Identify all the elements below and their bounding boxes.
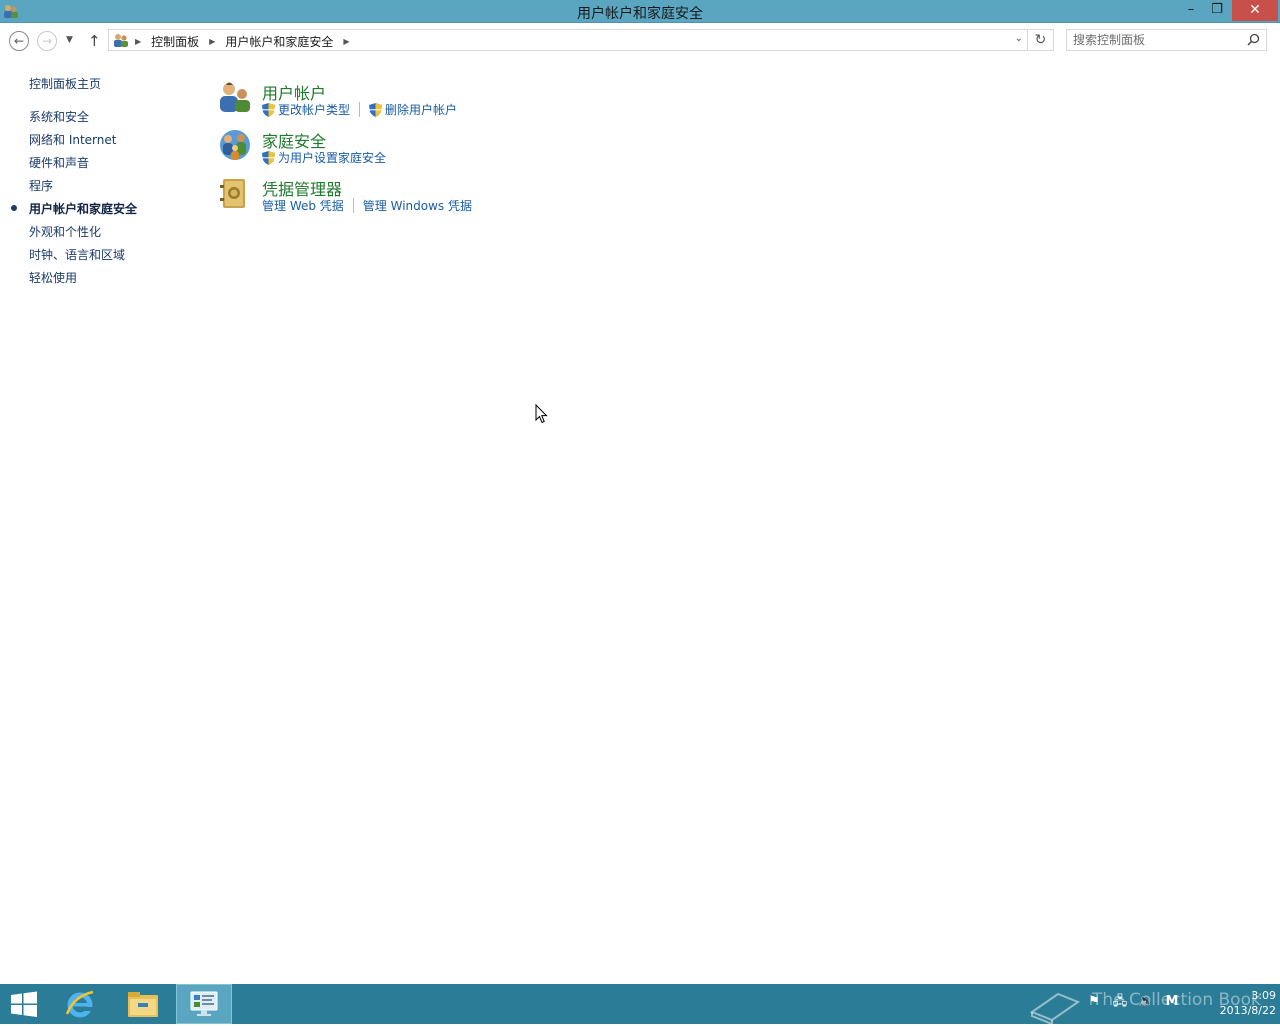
family-safety-icon: [220, 130, 250, 160]
forward-button[interactable]: →: [37, 31, 57, 51]
nav-system-and-security[interactable]: 系统和安全: [29, 108, 89, 125]
flag-icon[interactable]: ⚑: [1086, 994, 1102, 1010]
chevron-right-icon[interactable]: ▶: [343, 37, 349, 46]
nav-network-and-internet[interactable]: 网络和 Internet: [29, 131, 116, 148]
refresh-button[interactable]: ↻: [1028, 29, 1054, 51]
recent-locations-dropdown[interactable]: ▼: [66, 35, 73, 45]
system-tray: ⚑ 🖧 🔈 M: [1086, 994, 1180, 1010]
change-account-type-link[interactable]: 更改帐户类型: [262, 101, 350, 118]
internet-explorer-icon: [65, 990, 94, 1018]
active-bullet-icon: [11, 205, 17, 211]
link-divider: [359, 102, 361, 117]
nav-programs[interactable]: 程序: [29, 177, 53, 194]
setup-family-safety-link[interactable]: 为用户设置家庭安全: [262, 149, 386, 166]
change-account-type-label: 更改帐户类型: [278, 103, 351, 117]
search-input[interactable]: [1073, 32, 1243, 48]
title-bar: 用户帐户和家庭安全 – ❐ ✕: [0, 0, 1280, 23]
network-icon[interactable]: 🖧: [1112, 994, 1128, 1010]
nav-ease-of-access[interactable]: 轻松使用: [29, 269, 77, 286]
taskbar-internet-explorer[interactable]: [52, 984, 108, 1024]
close-button[interactable]: ✕: [1232, 0, 1278, 21]
window-title: 用户帐户和家庭安全: [577, 6, 703, 22]
uac-shield-icon: [369, 102, 383, 117]
address-bar[interactable]: ▶ 控制面板 ▶ 用户帐户和家庭安全 ▶ ⌄: [108, 29, 1028, 51]
credential-manager-icon: [220, 179, 245, 208]
navigation-bar: ← → ▼ ↑ ▶ 控制面板 ▶ 用户帐户和家庭安全 ▶ ⌄ ↻: [0, 23, 1280, 58]
clock-date: 2013/8/22: [1219, 1004, 1276, 1017]
arrow-left-icon: ←: [13, 34, 25, 48]
control-panel-icon: [190, 991, 218, 1016]
restore-button[interactable]: ❐: [1204, 0, 1230, 21]
breadcrumb-control-panel[interactable]: 控制面板: [151, 33, 199, 50]
setup-family-safety-label: 为用户设置家庭安全: [278, 151, 387, 165]
nav-clock-language-region[interactable]: 时钟、语言和区域: [29, 246, 125, 263]
uac-shield-icon: [262, 102, 275, 117]
up-button[interactable]: ↑: [88, 32, 101, 50]
user-accounts-icon: [220, 82, 250, 112]
taskbar-control-panel[interactable]: [176, 984, 232, 1024]
volume-icon[interactable]: 🔈: [1138, 994, 1154, 1010]
manage-windows-credentials-link[interactable]: 管理 Windows 凭据: [363, 197, 472, 214]
link-divider: [352, 198, 354, 213]
address-dropdown-icon[interactable]: ⌄: [1015, 33, 1023, 44]
arrow-right-icon: →: [41, 34, 53, 48]
file-explorer-icon: [128, 992, 158, 1017]
nav-user-accounts-family-safety[interactable]: 用户帐户和家庭安全: [29, 200, 137, 217]
refresh-icon: ↻: [1034, 32, 1047, 48]
nav-hardware-and-sound[interactable]: 硬件和声音: [29, 154, 89, 171]
clock-time: 3:09: [1251, 989, 1276, 1002]
minimize-button[interactable]: –: [1178, 0, 1204, 21]
manage-web-credentials-link[interactable]: 管理 Web 凭据: [262, 197, 344, 214]
start-icon[interactable]: [10, 991, 38, 1017]
breadcrumb-user-accounts-family-safety[interactable]: 用户帐户和家庭安全: [225, 33, 333, 50]
input-method-icon[interactable]: M: [1164, 994, 1180, 1010]
clock[interactable]: 3:09 2013/8/22: [1196, 988, 1276, 1018]
remove-user-accounts-label: 删除用户帐户: [385, 103, 458, 117]
nav-appearance-and-personalization[interactable]: 外观和个性化: [29, 223, 101, 240]
chevron-right-icon[interactable]: ▶: [209, 37, 215, 46]
remove-user-accounts-link[interactable]: 删除用户帐户: [369, 101, 457, 118]
uac-shield-icon: [262, 150, 275, 165]
taskbar-file-explorer[interactable]: [115, 984, 171, 1024]
book-logo-icon: [1029, 992, 1081, 1026]
user-accounts-icon: [114, 34, 128, 47]
taskbar: The Collection Book ⚑ 🖧 🔈 M 3:09 2013/8/…: [0, 984, 1280, 1026]
mouse-pointer-icon: [535, 404, 548, 424]
search-icon[interactable]: [1247, 33, 1260, 46]
search-box[interactable]: [1066, 29, 1267, 51]
nav-control-panel-home[interactable]: 控制面板主页: [29, 75, 101, 92]
chevron-right-icon[interactable]: ▶: [135, 37, 141, 46]
back-button[interactable]: ←: [9, 31, 29, 51]
breadcrumb: ▶ 控制面板 ▶ 用户帐户和家庭安全 ▶: [135, 33, 360, 50]
